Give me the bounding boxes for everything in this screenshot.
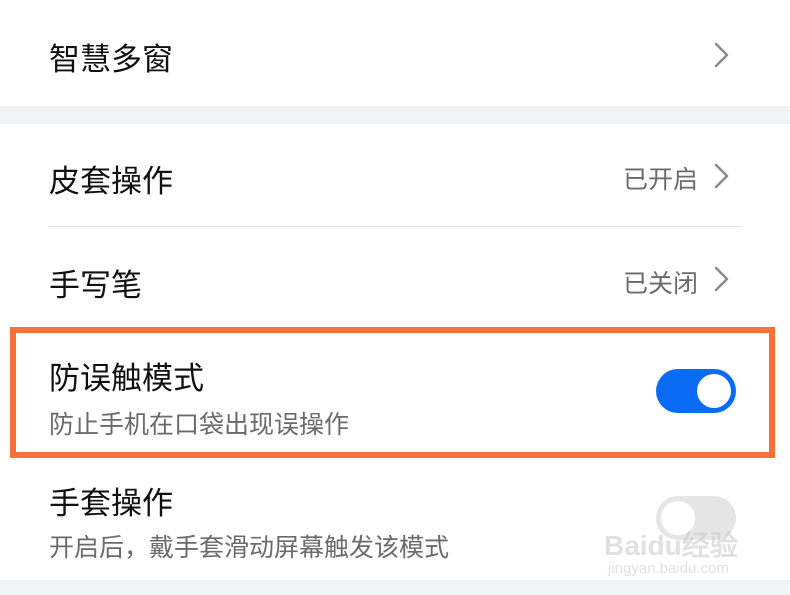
row-status-value: 已关闭 — [622, 269, 698, 298]
row-stylus[interactable]: 手写笔 已关闭 — [0, 227, 790, 327]
row-smart-multi-window[interactable]: 智慧多窗 — [0, 0, 790, 106]
row-title: 防误触模式 — [49, 361, 204, 397]
settings-group-main: 皮套操作 已开启 手写笔 已关闭 防误触模式 防止手机在口袋出现误操作 手套操作… — [0, 124, 790, 580]
settings-group-top: 智慧多窗 — [0, 0, 790, 106]
chevron-right-icon — [714, 266, 729, 292]
chevron-right-icon — [714, 163, 729, 189]
chevron-right-icon — [714, 42, 729, 68]
watermark-brand: Baidu经验 — [604, 530, 738, 561]
row-accidental-touch-prevention[interactable]: 防误触模式 防止手机在口袋出现误操作 — [0, 333, 790, 458]
row-subtitle: 开启后，戴手套滑动屏幕触发该模式 — [49, 533, 450, 562]
baidu-watermark: Baidu经验 jingyan.baidu.com — [604, 516, 764, 586]
row-status-value: 已开启 — [622, 165, 698, 194]
row-title: 皮套操作 — [49, 164, 173, 200]
row-subtitle: 防止手机在口袋出现误操作 — [49, 410, 350, 439]
toggle-knob — [697, 374, 731, 408]
row-cover-operation[interactable]: 皮套操作 已开启 — [0, 124, 790, 227]
accidental-touch-toggle[interactable] — [656, 369, 736, 413]
row-title: 手写笔 — [49, 268, 142, 304]
row-title: 智慧多窗 — [49, 42, 173, 78]
row-title: 手套操作 — [49, 486, 173, 522]
watermark-url: jingyan.baidu.com — [608, 560, 729, 577]
